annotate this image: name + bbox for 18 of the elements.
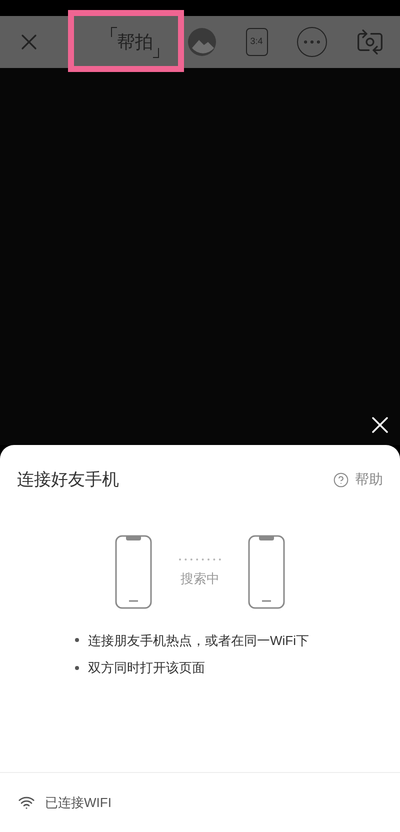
- more-button[interactable]: [296, 27, 327, 57]
- wifi-icon: [18, 794, 35, 811]
- search-status: 搜索中: [180, 570, 220, 588]
- tip-text: 连接朋友手机热点，或者在同一WiFi下: [88, 632, 309, 650]
- wifi-status: 已连接WIFI: [45, 794, 112, 812]
- switch-camera-button[interactable]: [356, 28, 384, 56]
- help-button[interactable]: 帮助: [333, 469, 383, 490]
- dotted-line-icon: [178, 558, 222, 562]
- phone-icon: [115, 534, 152, 608]
- mode-tab[interactable]: 帮拍: [111, 26, 160, 58]
- help-icon: [333, 472, 349, 488]
- sheet-title: 连接好友手机: [17, 469, 119, 491]
- bullet-icon: [75, 666, 79, 670]
- ratio-button[interactable]: 3:4: [246, 28, 268, 56]
- avatar-icon[interactable]: [188, 28, 216, 56]
- bullet-icon: [75, 638, 79, 642]
- phone-icon: [248, 534, 285, 608]
- tip-text: 双方同时打开该页面: [88, 659, 205, 677]
